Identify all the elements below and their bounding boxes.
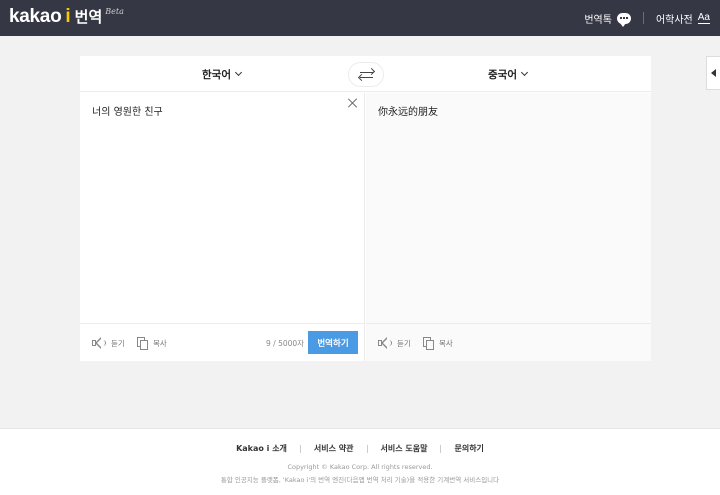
swap-languages-button[interactable] bbox=[348, 62, 384, 87]
footer-link-terms[interactable]: 서비스 약관 bbox=[314, 443, 354, 454]
source-language-select[interactable]: 한국어 bbox=[202, 56, 243, 92]
translator-panel: 한국어 중국어 너의 영원한 친구 듣기 복사 9 / 5000자 번역하기 你… bbox=[80, 56, 651, 361]
chevron-left-icon bbox=[711, 69, 716, 77]
copyright-text: Copyright © Kakao Corp. All rights reser… bbox=[287, 463, 433, 471]
chevron-down-icon bbox=[520, 68, 529, 76]
footer-divider bbox=[299, 444, 301, 453]
copy-icon bbox=[137, 336, 148, 350]
footer-divider bbox=[440, 444, 442, 453]
page-footer: Kakao i 소개 서비스 약관 서비스 도움말 문의하기 Copyright… bbox=[0, 428, 720, 495]
translate-button[interactable]: 번역하기 bbox=[308, 331, 358, 354]
source-copy-button[interactable]: 복사 bbox=[137, 336, 167, 350]
logo-kakao-text: kakao bbox=[9, 6, 62, 27]
footer-link-about[interactable]: Kakao i 소개 bbox=[236, 443, 287, 454]
target-listen-button[interactable]: 듣기 bbox=[378, 336, 411, 350]
dictionary-aa-icon: Aa bbox=[697, 12, 710, 24]
copy-label: 복사 bbox=[153, 338, 167, 348]
target-pane-toolbar: 듣기 복사 bbox=[366, 323, 651, 361]
side-panel-toggle[interactable] bbox=[706, 56, 720, 90]
footer-link-contact[interactable]: 문의하기 bbox=[454, 443, 483, 454]
target-copy-button[interactable]: 복사 bbox=[423, 336, 453, 350]
beta-badge: Beta bbox=[105, 7, 124, 16]
copy-icon bbox=[423, 336, 434, 350]
chat-bubble-icon bbox=[616, 12, 631, 27]
translation-talk-label: 번역톡 bbox=[584, 14, 612, 26]
service-notice: 통합 인공지능 플랫폼, 'Kakao i'의 번역 엔진(다음앱 번역 처리 … bbox=[220, 476, 500, 484]
listen-label: 듣기 bbox=[111, 338, 125, 348]
dictionary-link[interactable]: 어학사전 Aa bbox=[656, 11, 710, 26]
top-bar: kakao i 번역 Beta 번역톡 어학사전 Aa bbox=[0, 0, 720, 36]
footer-links: Kakao i 소개 서비스 약관 서비스 도움말 문의하기 bbox=[0, 443, 720, 454]
source-language-label: 한국어 bbox=[202, 68, 231, 81]
source-pane: 너의 영원한 친구 듣기 복사 9 / 5000자 번역하기 bbox=[80, 93, 365, 361]
language-bar: 한국어 중국어 bbox=[80, 56, 651, 92]
translated-text: 你永远的朋友 bbox=[378, 107, 438, 118]
source-text-input[interactable]: 너의 영원한 친구 bbox=[92, 103, 163, 118]
kakao-i-translate-logo[interactable]: kakao i 번역 Beta bbox=[9, 6, 124, 30]
target-language-select[interactable]: 중국어 bbox=[488, 56, 529, 92]
source-pane-toolbar: 듣기 복사 9 / 5000자 번역하기 bbox=[80, 323, 365, 361]
swap-arrows-icon bbox=[360, 72, 373, 74]
speaker-icon bbox=[92, 337, 106, 349]
logo-service-name: 번역 bbox=[74, 8, 103, 26]
target-language-label: 중국어 bbox=[488, 68, 517, 81]
nav-divider bbox=[642, 12, 644, 24]
dictionary-label: 어학사전 bbox=[655, 14, 693, 26]
footer-link-help[interactable]: 서비스 도움말 bbox=[381, 443, 428, 454]
close-icon[interactable] bbox=[347, 97, 359, 109]
footer-divider bbox=[366, 444, 368, 453]
top-nav: 번역톡 어학사전 Aa bbox=[584, 0, 710, 36]
translation-talk-link[interactable]: 번역톡 bbox=[584, 11, 631, 27]
logo-i-text: i bbox=[65, 6, 71, 27]
chevron-down-icon bbox=[234, 68, 243, 76]
listen-label: 듣기 bbox=[397, 338, 411, 348]
speaker-icon bbox=[378, 337, 392, 349]
character-counter: 9 / 5000자 bbox=[266, 339, 305, 348]
source-listen-button[interactable]: 듣기 bbox=[92, 336, 125, 350]
copy-label: 복사 bbox=[439, 338, 453, 348]
target-pane: 你永远的朋友 듣기 복사 bbox=[366, 93, 651, 361]
